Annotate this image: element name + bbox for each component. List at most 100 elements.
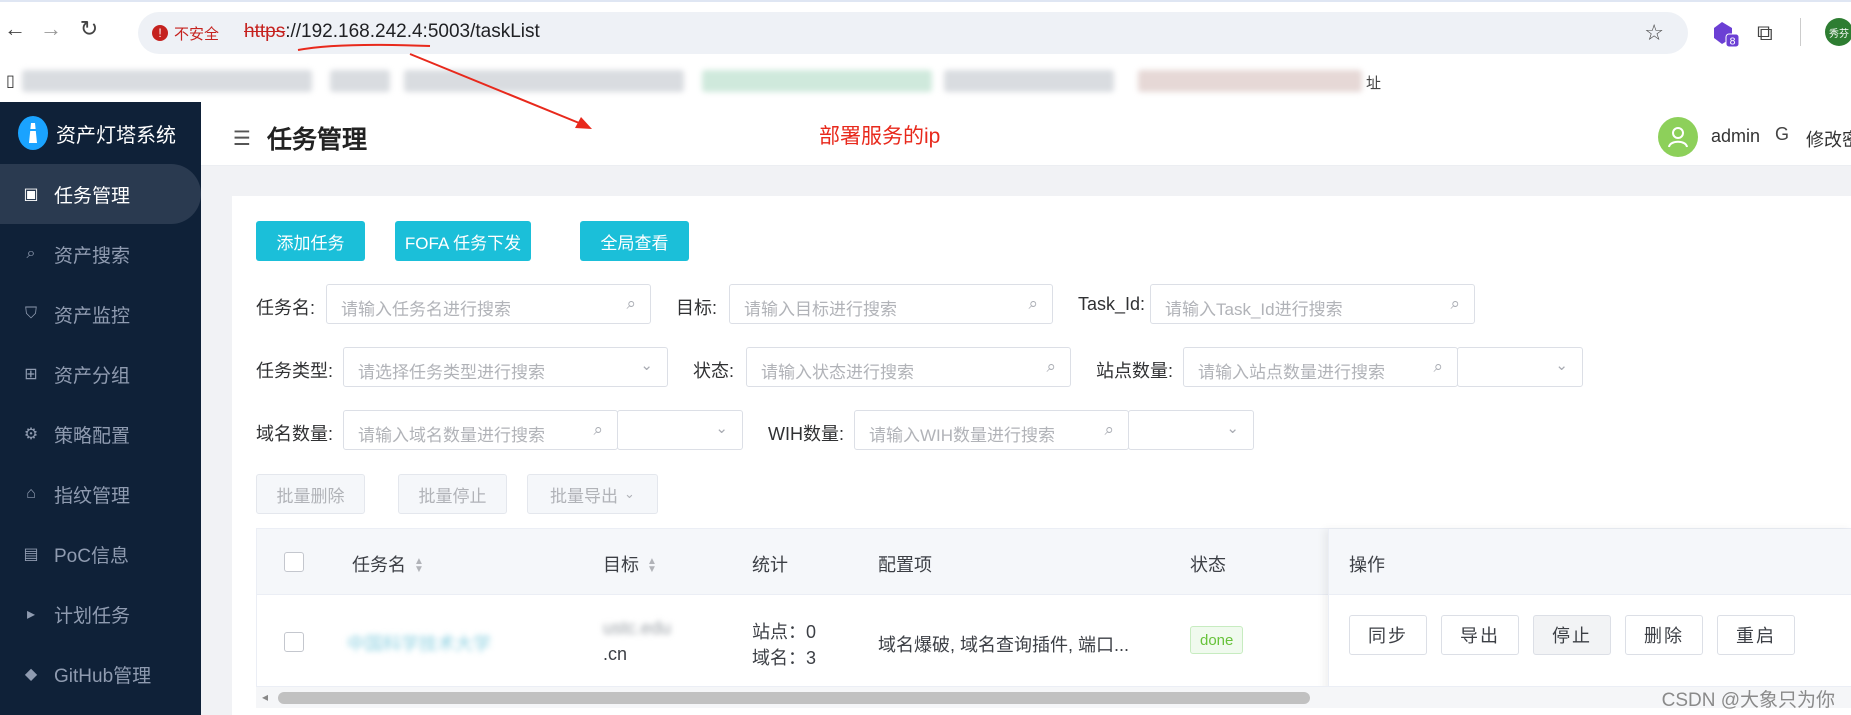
site-count-input[interactable]: 请输入站点数量进行搜索 ⌕ — [1183, 347, 1458, 387]
batch-delete-button[interactable]: 批量删除 — [256, 474, 365, 514]
wih-count-input[interactable]: 请输入WIH数量进行搜索 ⌕ — [854, 410, 1129, 450]
security-indicator[interactable]: ! 不安全 — [152, 21, 219, 45]
sidebar-item-label: 策略配置 — [54, 425, 131, 447]
target-cell-cont: .cn — [603, 644, 628, 664]
sidebar-item-label: 任务管理 — [54, 185, 131, 207]
wih-count-placeholder: 请输入WIH数量进行搜索 — [869, 426, 1056, 445]
search-icon[interactable]: ⌕ — [593, 420, 603, 440]
add-task-button[interactable]: 添加任务 — [256, 221, 365, 261]
global-view-button[interactable]: 全局查看 — [580, 221, 689, 261]
batch-stop-button[interactable]: 批量停止 — [398, 474, 507, 514]
status-input[interactable]: 请输入状态进行搜索 ⌕ — [746, 347, 1071, 387]
bookmark-item[interactable] — [330, 70, 390, 92]
bookmark-item[interactable] — [22, 70, 312, 92]
target-input[interactable]: 请输入目标进行搜索 ⌕ — [729, 284, 1053, 324]
sidebar-item-asset-search[interactable]: ⌕ 资产搜索 — [0, 224, 201, 284]
change-password-link[interactable]: 修改密 — [1806, 126, 1851, 152]
search-icon[interactable]: ⌕ — [1104, 420, 1114, 440]
url-text[interactable]: https://192.168.242.4:5003/taskList — [244, 21, 540, 43]
back-icon[interactable]: ← — [0, 14, 30, 44]
sort-icon[interactable]: ▲ ▼ — [414, 557, 424, 575]
sidebar-item-scheduled[interactable]: ▸ 计划任务 — [0, 584, 201, 644]
sort-icon[interactable]: ▲ ▼ — [647, 557, 657, 575]
target-line-1: ustc.edu — [603, 618, 672, 638]
delete-button[interactable]: 删除 — [1625, 615, 1703, 655]
search-icon[interactable]: ⌕ — [1450, 294, 1460, 314]
column-header-task-name[interactable]: 任务名 ▲ ▼ — [352, 551, 424, 577]
sidebar-item-asset-monitor[interactable]: ⛉ 资产监控 — [0, 284, 201, 344]
site-count-operator-select[interactable]: ⌄ — [1457, 347, 1583, 387]
target-placeholder: 请输入目标进行搜索 — [744, 300, 897, 319]
sidebar-item-label: PoC信息 — [54, 545, 129, 567]
chevron-down-icon: ⌄ — [640, 357, 653, 374]
sidebar-item-asset-group[interactable]: ⊞ 资产分组 — [0, 344, 201, 404]
task-name-link[interactable]: 中国科学技术大学 — [347, 630, 491, 656]
batch-export-label: 批量导出 — [550, 486, 619, 506]
search-icon[interactable]: ⌕ — [1046, 357, 1056, 377]
bookmark-star-icon[interactable]: ☆ — [1644, 20, 1664, 46]
search-icon[interactable]: ⌕ — [626, 294, 636, 314]
extension-icon[interactable]: 8 — [1712, 20, 1740, 48]
shield-icon: ⛉ — [24, 305, 37, 322]
browser-toolbar: ← → ↻ ! 不安全 https://192.168.242.4:5003/t… — [0, 0, 1851, 60]
chevron-down-icon: ⌄ — [1555, 357, 1568, 374]
app-logo[interactable]: 资产灯塔系统 — [0, 102, 201, 164]
task-name-input[interactable]: 请输入任务名进行搜索 ⌕ — [326, 284, 651, 324]
bookmark-item[interactable] — [404, 70, 684, 92]
username[interactable]: admin — [1711, 126, 1760, 147]
select-all-checkbox[interactable] — [284, 552, 304, 572]
sidebar: 资产灯塔系统 ▣ 任务管理 ⌕ 资产搜索 ⛉ 资产监控 ⊞ 资产分组 ⚙ 策略配… — [0, 102, 201, 715]
sitemap-icon: ⊞ — [24, 366, 38, 383]
annotation-text: 部署服务的ip — [819, 125, 941, 148]
watermark: CSDN @大象只为你 — [1661, 690, 1835, 711]
domain-count-operator-select[interactable]: ⌄ — [617, 410, 743, 450]
sidebar-item-fingerprint[interactable]: ⌂ 指纹管理 — [0, 464, 201, 524]
forward-icon[interactable]: → — [36, 14, 66, 44]
domain-count-label: 域名数量: — [256, 424, 334, 444]
bookmarks-bar: ▯ 址 — [0, 60, 1851, 102]
page-icon: ▯ — [6, 73, 15, 90]
batch-export-button[interactable]: 批量导出 ⌄ — [527, 474, 658, 514]
bookmark-item[interactable] — [702, 70, 932, 92]
scroll-left-icon[interactable]: ◂ — [262, 690, 268, 704]
url-host: ://192.168.242.4 — [285, 21, 423, 42]
scrollbar-thumb[interactable] — [278, 692, 1310, 704]
user-icon — [1668, 127, 1688, 148]
column-header-stats: 统计 — [752, 555, 788, 575]
security-label: 不安全 — [174, 25, 220, 43]
search-icon: ⌕ — [26, 245, 36, 262]
column-header-target[interactable]: 目标 ▲ ▼ — [603, 551, 657, 577]
export-button[interactable]: 导出 — [1441, 615, 1519, 655]
sidebar-item-task-management[interactable]: ▣ 任务管理 — [0, 164, 201, 224]
wih-count-operator-select[interactable]: ⌄ — [1128, 410, 1254, 450]
reload-icon[interactable]: ↻ — [74, 14, 104, 44]
sidebar-item-poc[interactable]: ▤ PoC信息 — [0, 524, 201, 584]
task-name-text: 中国科学技术大学 — [347, 634, 491, 654]
bookmark-item[interactable] — [944, 70, 1114, 92]
sidebar-item-policy-config[interactable]: ⚙ 策略配置 — [0, 404, 201, 464]
task-id-input[interactable]: 请输入Task_Id进行搜索 ⌕ — [1150, 284, 1475, 324]
actions-column: 操作 同步 导出 停止 删除 重启 — [1328, 529, 1851, 695]
row-checkbox[interactable] — [284, 632, 304, 652]
search-icon[interactable]: ⌕ — [1433, 357, 1443, 377]
clipboard-icon: ▣ — [23, 186, 39, 203]
address-bar[interactable]: ! 不安全 https://192.168.242.4:5003/taskLis… — [138, 12, 1688, 54]
config-cell: 域名爆破, 域名查询插件, 端口... — [878, 635, 1130, 655]
horizontal-scrollbar[interactable]: ◂ — [256, 686, 1851, 708]
bookmark-tail[interactable]: 址 — [1366, 72, 1381, 93]
avatar[interactable] — [1658, 117, 1698, 157]
fofa-task-button[interactable]: FOFA 任务下发 — [395, 221, 531, 261]
restart-button[interactable]: 重启 — [1717, 615, 1795, 655]
collapse-menu-icon[interactable]: ☰ — [233, 126, 251, 151]
search-icon[interactable]: ⌕ — [1028, 294, 1038, 314]
domain-count-input[interactable]: 请输入域名数量进行搜索 ⌕ — [343, 410, 618, 450]
puzzle-icon[interactable]: ⧉ — [1757, 20, 1783, 46]
sidebar-item-github[interactable]: ◆ GitHub管理 — [0, 644, 201, 704]
logout-icon[interactable]: G — [1775, 124, 1789, 145]
bookmark-item[interactable] — [1138, 70, 1362, 92]
task-type-select[interactable]: 请选择任务类型进行搜索 ⌄ — [343, 347, 668, 387]
stop-button[interactable]: 停止 — [1533, 615, 1611, 655]
profile-avatar[interactable]: 秀芬 — [1825, 18, 1851, 46]
sync-button[interactable]: 同步 — [1349, 615, 1427, 655]
toolbar-divider — [1800, 18, 1801, 46]
